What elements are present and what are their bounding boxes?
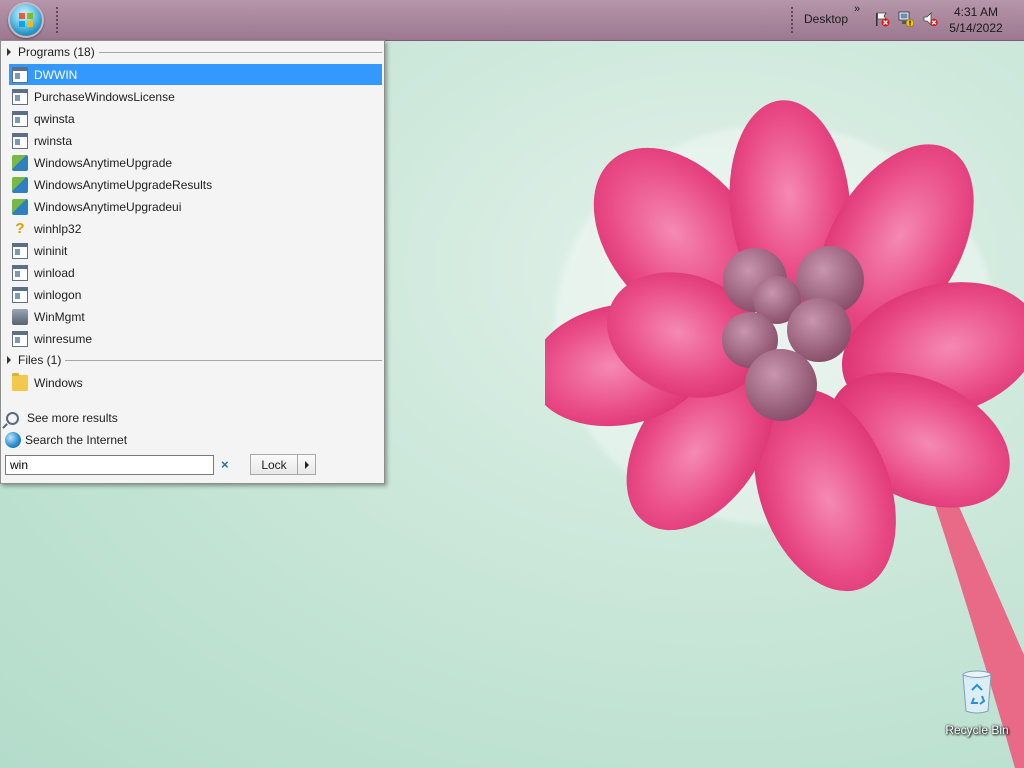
list-item-program[interactable]: winresume bbox=[9, 328, 382, 349]
management-icon bbox=[12, 308, 28, 325]
list-item-program[interactable]: PurchaseWindowsLicense bbox=[9, 86, 382, 107]
expand-triangle-icon bbox=[7, 356, 11, 364]
list-item-program[interactable]: winlogon bbox=[9, 284, 382, 305]
lock-button-label: Lock bbox=[261, 457, 287, 472]
anytime-upgrade-icon bbox=[12, 154, 28, 171]
application-icon bbox=[12, 242, 28, 259]
list-item-label: WindowsAnytimeUpgradeui bbox=[34, 199, 182, 214]
start-search-input[interactable] bbox=[5, 455, 214, 475]
start-button[interactable] bbox=[8, 2, 44, 38]
list-item-label: wininit bbox=[34, 243, 68, 258]
recycle-bin-icon bbox=[962, 670, 992, 714]
list-item-program[interactable]: rwinsta bbox=[9, 130, 382, 151]
list-item-label: winresume bbox=[34, 331, 93, 346]
anytime-upgrade-icon bbox=[12, 198, 28, 215]
files-header-label: Files (1) bbox=[18, 353, 62, 367]
list-item-label: WindowsAnytimeUpgradeResults bbox=[34, 177, 213, 192]
list-item-file-windows[interactable]: Windows bbox=[9, 372, 382, 393]
application-icon bbox=[12, 88, 28, 105]
action-center-flag-icon[interactable] bbox=[874, 11, 890, 27]
list-item-program[interactable]: wininit bbox=[9, 240, 382, 261]
clock-time: 4:31 AM bbox=[953, 5, 999, 19]
taskbar: Desktop » 4:31 AM 5/14/2022 bbox=[0, 0, 1024, 41]
list-item-program[interactable]: WinMgmt bbox=[9, 306, 382, 327]
list-item-label: WindowsAnytimeUpgrade bbox=[34, 155, 173, 170]
network-icon[interactable] bbox=[898, 11, 914, 27]
search-internet-link[interactable]: Search the Internet bbox=[5, 430, 127, 450]
taskbar-clock[interactable]: 4:31 AM 5/14/2022 bbox=[946, 4, 1006, 36]
application-icon bbox=[12, 132, 28, 149]
application-icon bbox=[12, 264, 28, 281]
folder-icon bbox=[12, 372, 28, 391]
list-item-label: PurchaseWindowsLicense bbox=[34, 89, 175, 104]
see-more-results-label: See more results bbox=[27, 411, 118, 425]
list-item-label: qwinsta bbox=[34, 111, 75, 126]
wallpaper-flower bbox=[545, 100, 1024, 768]
volume-muted-icon[interactable] bbox=[922, 11, 938, 27]
programs-header-label: Programs (18) bbox=[18, 45, 95, 59]
expand-triangle-icon bbox=[7, 48, 11, 56]
help-icon: ? bbox=[15, 219, 25, 237]
list-item-label: rwinsta bbox=[34, 133, 73, 148]
internet-globe-icon bbox=[5, 432, 21, 448]
list-item-program[interactable]: DWWIN bbox=[9, 64, 382, 85]
see-more-results-link[interactable]: See more results bbox=[5, 408, 118, 428]
toolbar-grip[interactable] bbox=[790, 6, 794, 34]
application-icon bbox=[12, 330, 28, 347]
list-item-label: winload bbox=[34, 265, 75, 280]
section-divider bbox=[98, 51, 382, 53]
start-menu: Programs (18) DWWIN PurchaseWindowsLicens… bbox=[0, 40, 385, 484]
toolbar-chevron-icon[interactable]: » bbox=[854, 3, 860, 15]
list-item-program[interactable]: ? winhlp32 bbox=[9, 218, 382, 239]
recycle-bin-desktop-icon[interactable]: Recycle Bin bbox=[942, 670, 1012, 737]
search-icon bbox=[6, 411, 19, 425]
files-section-header[interactable]: Files (1) bbox=[7, 352, 382, 368]
application-icon bbox=[12, 286, 28, 303]
list-item-program[interactable]: winload bbox=[9, 262, 382, 283]
list-item-program[interactable]: WindowsAnytimeUpgradeResults bbox=[9, 174, 382, 195]
list-item-program[interactable]: qwinsta bbox=[9, 108, 382, 129]
list-item-label: WinMgmt bbox=[34, 309, 85, 324]
list-item-label: Windows bbox=[34, 375, 83, 390]
clock-date: 5/14/2022 bbox=[949, 21, 1003, 35]
list-item-label: winlogon bbox=[34, 287, 82, 302]
lock-button[interactable]: Lock bbox=[250, 454, 298, 475]
list-item-label: DWWIN bbox=[34, 67, 78, 82]
list-item-program[interactable]: WindowsAnytimeUpgradeui bbox=[9, 196, 382, 217]
section-divider bbox=[65, 359, 382, 361]
power-options-arrow-button[interactable] bbox=[297, 454, 316, 475]
application-icon bbox=[12, 110, 28, 127]
application-icon bbox=[12, 66, 28, 83]
recycle-bin-label: Recycle Bin bbox=[945, 723, 1009, 737]
programs-section-header[interactable]: Programs (18) bbox=[7, 44, 382, 60]
search-internet-label: Search the Internet bbox=[25, 433, 128, 447]
clear-search-icon[interactable]: × bbox=[221, 458, 229, 472]
list-item-label: winhlp32 bbox=[34, 221, 82, 236]
list-item-program[interactable]: WindowsAnytimeUpgrade bbox=[9, 152, 382, 173]
desktop-toolbar-label[interactable]: Desktop bbox=[804, 12, 848, 26]
anytime-upgrade-icon bbox=[12, 176, 28, 193]
taskbar-grip[interactable] bbox=[55, 6, 59, 34]
